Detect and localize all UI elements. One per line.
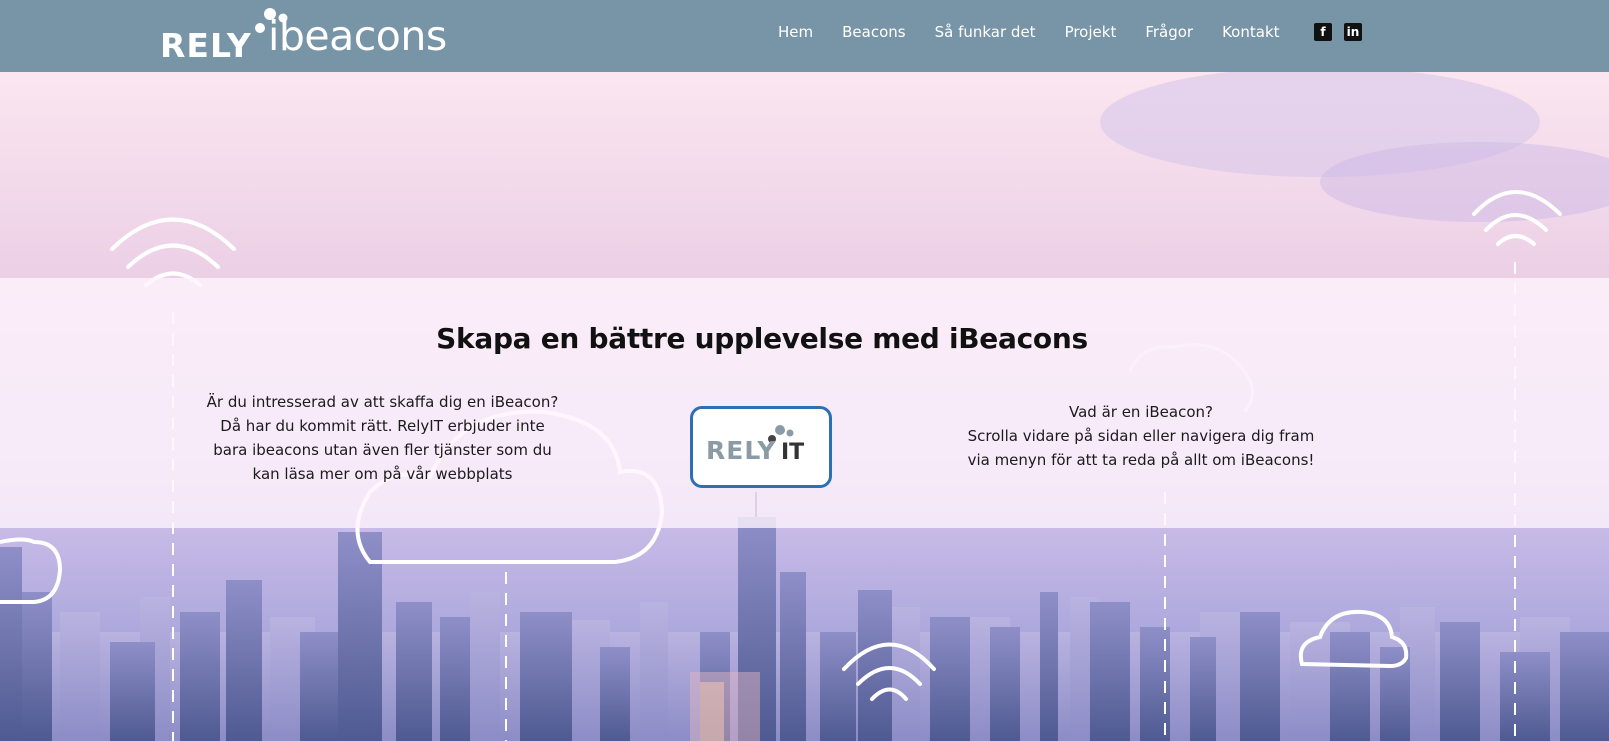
nav-item-sa-funkar-det[interactable]: Så funkar det [935, 20, 1036, 44]
intro-right-line: Vad är en iBeacon? [1069, 403, 1213, 421]
rely-ibeacons-logo[interactable]: RELY ibeacons [160, 6, 460, 65]
nav-item-fragor[interactable]: Frågor [1145, 20, 1193, 44]
nav-item-hem[interactable]: Hem [778, 20, 813, 44]
hero-section: Skapa en bättre upplevelse med iBeacons … [0, 72, 1609, 741]
nav-item-projekt[interactable]: Projekt [1065, 20, 1117, 44]
hero-headline: Skapa en bättre upplevelse med iBeacons [436, 322, 1088, 355]
intro-right-line: via menyn för att ta reda på allt om iBe… [967, 451, 1315, 469]
logo-ibeacons-text: ibeacons [268, 12, 447, 60]
logo-rely-text: RELY [706, 436, 777, 465]
intro-left-line: bara ibeacons utan även fler tjänster so… [213, 441, 552, 459]
linkedin-icon[interactable]: in [1344, 23, 1362, 41]
site-header: RELY ibeacons Hem Beacons Så funkar det … [0, 0, 1609, 72]
nav-item-beacons[interactable]: Beacons [842, 20, 905, 44]
nav-item-kontakt[interactable]: Kontakt [1222, 20, 1279, 44]
social-links: f in [1314, 23, 1362, 41]
intro-left-line: kan läsa mer om på vår webbplats [252, 465, 513, 483]
logo-rely-text: RELY [160, 26, 252, 65]
logo-it-text: IT [781, 440, 805, 465]
relyit-logo-badge: RELY IT [690, 406, 832, 488]
intro-right-text: Vad är en iBeacon? Scrolla vidare på sid… [935, 400, 1347, 472]
intro-left-line: Då har du kommit rätt. RelyIT erbjuder i… [220, 417, 545, 435]
intro-left-line: Är du intresserad av att skaffa dig en i… [206, 393, 559, 411]
intro-left-text: Är du intresserad av att skaffa dig en i… [195, 390, 570, 486]
intro-right-line: Scrolla vidare på sidan eller navigera d… [967, 427, 1315, 445]
facebook-icon[interactable]: f [1314, 23, 1332, 41]
main-nav: Hem Beacons Så funkar det Projekt Frågor… [778, 20, 1309, 44]
